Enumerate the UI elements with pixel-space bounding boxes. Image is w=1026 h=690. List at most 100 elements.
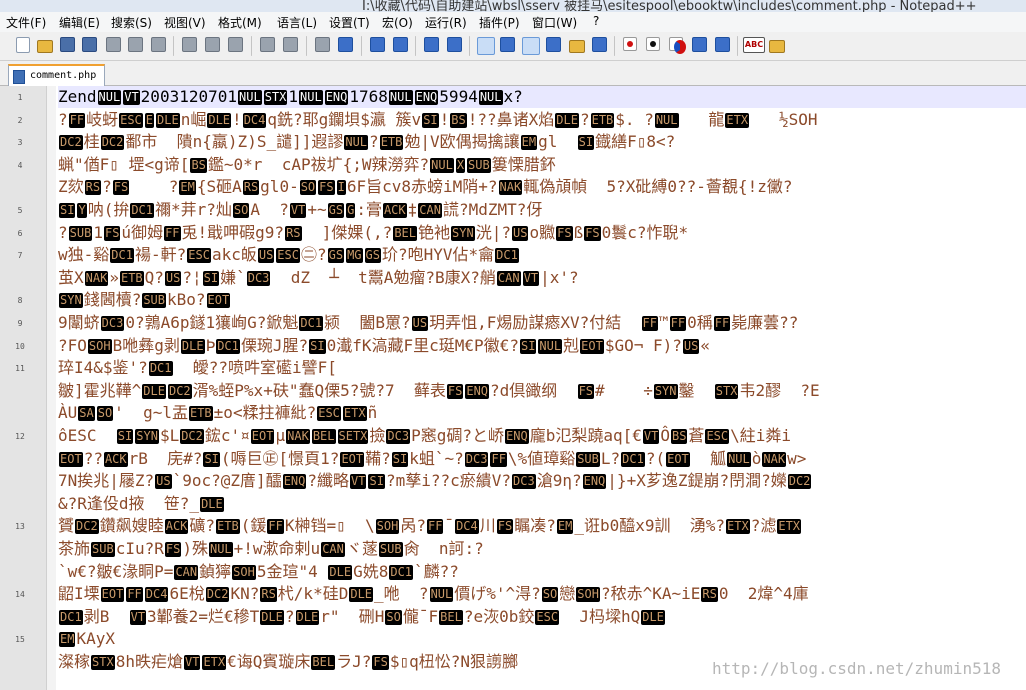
code-line[interactable]: 7N挨兆|屦Z? US `9oc?@Z庴]醽 ENQ ?纖略 VT SI ?m孳i??c瘀繢V… <box>58 470 812 492</box>
menu-help[interactable]: ? <box>593 14 599 28</box>
print-icon[interactable] <box>151 37 166 52</box>
menu-settings[interactable]: 设置(T) <box>329 14 370 31</box>
close-icon[interactable] <box>106 37 121 52</box>
control-char-badge: SYN <box>653 383 678 399</box>
zoom-out-icon[interactable] <box>393 37 408 52</box>
control-char-badge: SO <box>299 180 317 196</box>
udl-icon[interactable] <box>546 37 561 52</box>
control-char-badge: ETX <box>725 112 750 128</box>
save-macro-icon[interactable] <box>715 37 730 52</box>
menu-edit[interactable]: 编辑(E) <box>59 14 100 31</box>
code-line[interactable]: 茧X NAK» ETB Q? US ?¦ SI 嫌` DC3 dZ ┴ t鬻A勉瘤?B康X?艄 C… <box>58 267 579 289</box>
code-line[interactable]: DC1 剥B VT 3鄻養2=烂€穇T DLE? DLE r" 硎H SO 儱¯F BEL ?e洃… <box>58 606 666 628</box>
code-line[interactable]: ? FF 岐蚜 ESC E DLE n崛 DLE! DC4 q銑?耶g鑭垻$瀛 簇v SI! BS!?… <box>58 109 818 131</box>
cut-icon[interactable] <box>182 37 197 52</box>
control-char-badge: FF <box>426 519 444 535</box>
code-line[interactable]: 茶斾 SUB cIu?R FS)殊 NUL +!w漱命剌u CAN ヾ蓫 SUB 肏 n訶:? <box>58 538 484 560</box>
menu-macro[interactable]: 宏(O) <box>382 14 413 31</box>
control-char-badge: DLE <box>207 112 232 128</box>
code-line[interactable]: &?R逢伇d掖 笹?_ DLE <box>58 493 225 515</box>
sync-vertical-icon[interactable] <box>424 37 439 52</box>
control-char-badge: EOT <box>340 451 365 467</box>
code-line[interactable]: ÀU SA SO ' g~l盂 ETB ±o<糅拄褲紕? ESC ETX ñ <box>58 402 377 424</box>
control-char-badge: NUL <box>430 157 454 173</box>
menu-run[interactable]: 运行(R) <box>425 14 467 31</box>
menu-format[interactable]: 格式(M) <box>218 14 262 31</box>
redo-icon[interactable] <box>283 37 298 52</box>
control-char-badge: ETB <box>119 270 144 286</box>
play-macro-icon[interactable] <box>669 37 686 54</box>
code-line[interactable]: 澯稼 STX 8h昳疟熗 VT ETX €诲Q賓璇床 BEL ラJ? FS $▯q杻忪?N狠謭膷 <box>58 651 518 673</box>
code-text: 琗I4&$鉴'? <box>58 358 148 378</box>
tab-comment-php[interactable]: comment.php <box>8 64 105 87</box>
save-icon[interactable] <box>60 37 75 52</box>
menu-search[interactable]: 搜索(S) <box>111 14 152 31</box>
code-line[interactable]: 蝋"偤F▯ 堽<g谛[BS 鑑~0*r cAP祓圹{;W辣澇弈? NUL X SUB 簍慄… <box>58 154 556 176</box>
code-area[interactable]: Zend NUL VT 2003120701 NUL STX 1 NUL ENQ 1768 NUL E… <box>58 86 1026 690</box>
code-line[interactable]: 贇 DC2 鑽飙嫂睦 ACK 礦? ETB (鍰 FF K榊铛=▯ \ SOH 呙? FF ¯ DC4 川 F… <box>58 515 802 537</box>
code-text: _咃 ? <box>374 584 429 604</box>
control-char-badge: SI <box>203 451 220 467</box>
record-macro-icon[interactable] <box>623 37 637 51</box>
menu-window[interactable]: 窗口(W) <box>532 14 577 31</box>
menu-language[interactable]: 语言(L) <box>277 14 317 31</box>
code-text: 5金瑄"4 <box>256 561 328 581</box>
editor-pane[interactable]: 1 2 3 4 5 6 7 8 9 10 11 12 13 14 15 Zend NUL VT 200312070… <box>0 86 1026 690</box>
code-line[interactable]: Zend NUL VT 2003120701 NUL STX 1 NUL ENQ 1768 NUL E… <box>58 86 523 108</box>
control-char-badge: NUL <box>238 90 262 105</box>
sync-horizontal-icon[interactable] <box>447 37 462 52</box>
spell-check-icon[interactable]: ABC <box>743 37 765 53</box>
show-all-chars-icon[interactable] <box>500 37 515 52</box>
code-text: 鍞獰 <box>199 561 232 581</box>
open-file-icon[interactable] <box>37 40 53 53</box>
spell-options-icon[interactable] <box>769 40 785 53</box>
control-char-badge: FS <box>496 519 514 535</box>
doc-map-icon[interactable] <box>569 40 585 53</box>
code-line[interactable]: SYN 錢閪櫝? SUB kBo? EOT <box>58 289 231 311</box>
code-line[interactable]: ôESC SI SYN $L DC2 鋐c'¤ EOT μ NAK BEL SETX 撿 DC3 P窸g… <box>58 425 791 447</box>
run-macro-multiple-icon[interactable] <box>692 37 707 52</box>
code-text: 鞴? <box>365 448 391 468</box>
code-line[interactable]: EM KAyX <box>58 628 115 650</box>
code-text: \%値璋谿 <box>507 448 576 468</box>
menu-plugins[interactable]: 插件(P) <box>479 14 520 31</box>
code-line[interactable]: 琗I4&$鉴'? DC1 皧??喷吽室礷i譬F[ <box>58 357 337 379</box>
control-char-badge: DC1 <box>495 248 519 264</box>
line-number-gutter: 1 2 3 4 5 6 7 8 9 10 11 12 13 14 15 <box>0 86 47 690</box>
code-line[interactable]: 皺]霍兆鞾^ DLE DC2 湑%蛭P%x+砆"蠢Q傈5?號?7 藓表 FS ENQ ?d倶… <box>58 380 820 402</box>
menu-view[interactable]: 视图(V) <box>164 14 206 31</box>
replace-icon[interactable] <box>338 37 353 52</box>
word-wrap-icon[interactable] <box>477 37 495 55</box>
code-line[interactable]: 9闈蛴 DC3 0?鶉A6p鐩1獽峋G?鍁魁 DC1 颍 闔B罳? US 玥弄怚,F焬励謀瘱… <box>58 312 798 334</box>
function-list-icon[interactable] <box>592 37 607 52</box>
code-text: Ô <box>660 426 670 445</box>
line-number: 11 <box>15 364 25 374</box>
control-char-badge: EOT <box>666 451 690 467</box>
code-line[interactable]: DC2 桂 DC2 鄱市 隤n{蠃)Z)S_譴]]遐謬 NUL? ETB 勉|V欧偶揭擒讓 E… <box>58 131 675 153</box>
code-line[interactable]: w独-谿 DC1 禓-軒? ESC akc皈 US ESC ㊁? GS MG GS 玠?咆HYV佔*龠… <box>58 244 520 266</box>
code-line[interactable]: 鼦I塛 EOT FF DC4 6E梲 DC2 KN? RS 杙/k*硅D DLE _咃 ? NUL 價げ… <box>58 583 809 605</box>
zoom-in-icon[interactable] <box>370 37 385 52</box>
code-text: cIu?R <box>115 539 164 558</box>
code-line[interactable]: ? SUB 1 FS ú御姆 FF 兎!戢呷碬g9? RS ]傑婐(,? BEL 铯衪 SYN 洸|?… <box>58 222 688 244</box>
find-icon[interactable] <box>315 37 330 52</box>
indent-guide-icon[interactable] <box>522 37 540 55</box>
save-all-icon[interactable] <box>82 37 97 52</box>
code-line[interactable]: ?FO SOH B咃彝g剥 DLE Þ DC1 傈琬J腥? SI 0瀐fK滈藏F里c珽M€P徽€… <box>58 335 710 357</box>
undo-icon[interactable] <box>260 37 275 52</box>
close-all-icon[interactable] <box>128 37 143 52</box>
menu-file[interactable]: 文件(F) <box>6 14 46 31</box>
stop-macro-icon[interactable] <box>646 37 660 51</box>
code-text: 鋐c'¤ <box>204 426 250 445</box>
code-line[interactable]: SI Y 呐(拚 DC1 禰*茾r?灿 SO A ? VT +~ GS G:膏 ACK ‡ CAN 謊?Md… <box>58 199 542 221</box>
window-title: I:\收藏\代码\自助建站\wbsl\sserv 被挂马\esitespool\… <box>362 0 977 12</box>
control-char-badge: NUL <box>299 90 323 105</box>
control-char-badge: DLE <box>156 112 180 128</box>
control-char-badge: DC1 <box>621 451 645 467</box>
paste-icon[interactable] <box>228 37 243 52</box>
copy-icon[interactable] <box>205 37 220 52</box>
code-line[interactable]: Z欬 RS? FS ? EM {S砸A RS gl0- SO FS I 6F旨cv8赤螃iM陗+? N… <box>58 176 792 198</box>
code-line[interactable]: `w€?皺€湪眮P= CAN 鍞獰 SOH 5金瑄"4 DLE G姺8 DC1 `麟?? <box>58 561 459 583</box>
new-file-icon[interactable] <box>16 37 30 53</box>
code-line[interactable]: EOT?? ACK rB 庑#? SI (嗕巨㊣[憬頁1? EOT 鞴? SI k蛆`~? DC3… <box>58 448 806 470</box>
